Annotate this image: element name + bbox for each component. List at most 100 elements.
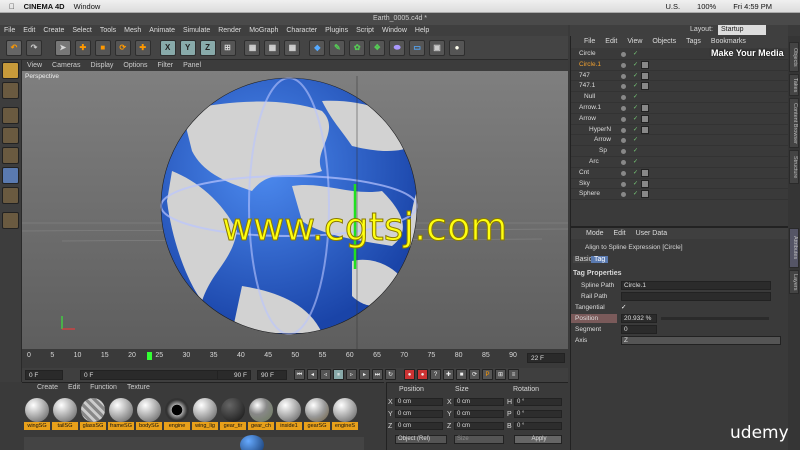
visibility-dot-icon[interactable]	[621, 149, 626, 155]
polygons-mode-icon[interactable]	[2, 147, 19, 164]
menu-script[interactable]: Script	[352, 25, 378, 36]
mat-menu-edit[interactable]: Edit	[63, 383, 85, 393]
vp-menu-cameras[interactable]: Cameras	[47, 60, 85, 71]
enabled-check-icon[interactable]: ✓	[633, 60, 638, 71]
obj-menu-edit[interactable]: Edit	[600, 36, 622, 48]
object-row[interactable]: Sp ✓	[571, 146, 789, 157]
apple-menu-icon[interactable]: 	[9, 2, 15, 11]
attr-menu-mode[interactable]: Mode	[581, 228, 609, 239]
material-swatch[interactable]: engine	[164, 398, 190, 431]
mat-menu-create[interactable]: Create	[32, 383, 63, 393]
key-pla-icon[interactable]: ⊞	[495, 369, 506, 380]
size-mode-select[interactable]: Size	[454, 435, 504, 444]
side-tab-layers[interactable]: Layers	[789, 270, 799, 294]
menu-character[interactable]: Character	[282, 25, 321, 36]
object-tag-icon[interactable]	[641, 125, 649, 134]
goto-end-icon[interactable]: ⏭	[372, 369, 383, 380]
visibility-dot-icon[interactable]	[621, 127, 626, 133]
obj-menu-view[interactable]: View	[622, 36, 647, 48]
object-row[interactable]: Arrow.1 ✓	[571, 103, 789, 114]
menu-edit[interactable]: Edit	[19, 25, 39, 36]
material-swatch[interactable]: gear_tir	[220, 398, 246, 431]
axis-select[interactable]: Z	[621, 336, 781, 345]
pause-icon[interactable]: ⏸	[333, 369, 344, 380]
object-row[interactable]: 747 ✓	[571, 71, 789, 82]
deformer-icon[interactable]: ⬬	[389, 40, 406, 56]
side-tab-takes[interactable]: Takes	[789, 74, 799, 96]
pos-z-field[interactable]: 0 cm	[395, 422, 443, 430]
edges-mode-icon[interactable]	[2, 127, 19, 144]
autokey-icon[interactable]: ●	[417, 369, 428, 380]
menu-mograph[interactable]: MoGraph	[245, 25, 282, 36]
pen-icon[interactable]: ✎	[329, 40, 346, 56]
record-icon[interactable]: ●	[404, 369, 415, 380]
obj-menu-objects[interactable]: Objects	[647, 36, 681, 48]
spline-path-field[interactable]: Circle.1	[621, 281, 771, 290]
y-axis-icon[interactable]: Y	[179, 40, 196, 56]
redo-icon[interactable]: ↷	[25, 40, 42, 56]
app-menu[interactable]: CINEMA 4D	[24, 2, 65, 11]
tab-tag[interactable]: Tag	[591, 256, 609, 263]
enabled-check-icon[interactable]: ✓	[633, 179, 638, 190]
snap-icon[interactable]	[2, 212, 19, 229]
vp-menu-display[interactable]: Display	[85, 60, 118, 71]
timeline-ruler[interactable]: 0 5 10 15 20 25 30 35 40 45 50 55 60 65 …	[22, 350, 568, 368]
object-tag-icon[interactable]	[641, 190, 649, 199]
object-tag-icon[interactable]	[641, 179, 649, 188]
object-row[interactable]: Arrow ✓	[571, 135, 789, 147]
enabled-check-icon[interactable]: ✓	[633, 103, 638, 114]
enabled-check-icon[interactable]: ✓	[633, 146, 638, 157]
pos-x-field[interactable]: 0 cm	[395, 398, 443, 406]
menu-render[interactable]: Render	[214, 25, 245, 36]
material-swatch[interactable]: gear_ch	[248, 398, 274, 431]
visibility-dot-icon[interactable]	[621, 52, 626, 57]
loop-icon[interactable]: ↻	[385, 369, 396, 380]
prev-frame-icon[interactable]: ◃	[320, 369, 331, 380]
menu-select[interactable]: Select	[68, 25, 95, 36]
material-swatch-blue[interactable]	[240, 435, 264, 450]
obj-menu-tags[interactable]: Tags	[681, 36, 706, 48]
recent-tool-icon[interactable]: ✚	[134, 40, 151, 56]
next-key-icon[interactable]: ▸	[359, 369, 370, 380]
menu-simulate[interactable]: Simulate	[179, 25, 214, 36]
object-row[interactable]: Null ✓	[571, 92, 789, 103]
vp-menu-filter[interactable]: Filter	[153, 60, 179, 71]
tangential-checkbox[interactable]: ✓	[621, 303, 626, 312]
side-tab-attributes[interactable]: Attributes	[789, 228, 799, 268]
visibility-dot-icon[interactable]	[621, 192, 626, 198]
size-z-field[interactable]: 0 cm	[454, 422, 504, 430]
visibility-dot-icon[interactable]	[621, 160, 626, 165]
object-row[interactable]: 747.1 ✓	[571, 81, 789, 93]
rot-p-field[interactable]: 0 °	[514, 410, 562, 418]
menu-plugins[interactable]: Plugins	[321, 25, 352, 36]
material-swatch[interactable]: frameSG	[108, 398, 134, 431]
scene-icon[interactable]: ▭	[409, 40, 426, 56]
enabled-check-icon[interactable]: ✓	[633, 71, 638, 82]
undo-icon[interactable]: ↶	[6, 40, 22, 56]
object-row[interactable]: Sphere ✓	[571, 189, 789, 201]
preview-max-field[interactable]: 90 F	[217, 370, 251, 380]
material-swatch[interactable]: glassSG	[80, 398, 106, 431]
enabled-check-icon[interactable]: ✓	[633, 81, 638, 92]
pos-y-field[interactable]: 0 cm	[395, 410, 443, 418]
z-axis-icon[interactable]: Z	[199, 40, 216, 56]
enabled-check-icon[interactable]: ✓	[633, 168, 638, 179]
key-position-icon[interactable]: ✚	[443, 369, 454, 380]
input-flag[interactable]: U.S.	[665, 2, 680, 11]
next-frame-icon[interactable]: ▹	[346, 369, 357, 380]
enabled-check-icon[interactable]: ✓	[633, 189, 638, 200]
array-icon[interactable]: ❖	[369, 40, 386, 56]
coordinate-system-icon[interactable]: ⊞	[219, 40, 236, 56]
visibility-dot-icon[interactable]	[621, 73, 626, 79]
segment-field[interactable]: 0	[621, 325, 657, 334]
object-tag-icon[interactable]	[641, 114, 649, 123]
obj-menu-file[interactable]: File	[579, 36, 600, 48]
rot-h-field[interactable]: 0 °	[514, 398, 562, 406]
select-tool-icon[interactable]: ➤	[54, 40, 71, 56]
window-menu[interactable]: Window	[74, 2, 101, 11]
vp-menu-options[interactable]: Options	[118, 60, 152, 71]
model-mode-icon[interactable]	[2, 62, 19, 79]
object-tag-icon[interactable]	[641, 168, 649, 177]
enabled-check-icon[interactable]: ✓	[633, 125, 638, 136]
object-row[interactable]: HyperN ✓	[571, 125, 789, 136]
